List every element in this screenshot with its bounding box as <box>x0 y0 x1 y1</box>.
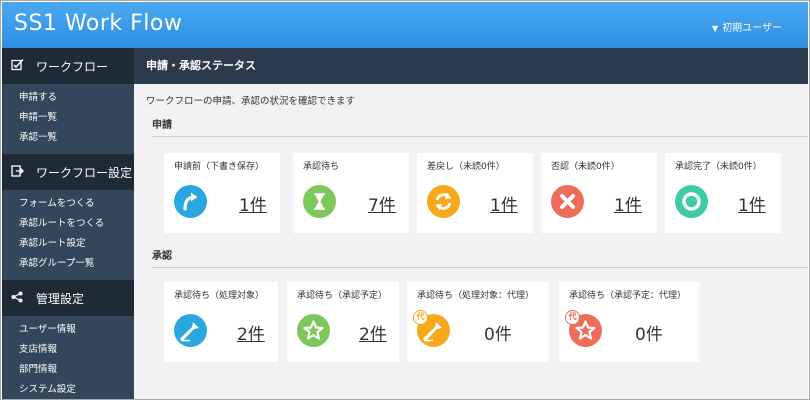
caret-down-icon: ▼ <box>712 24 719 33</box>
card-count-link[interactable]: 1件 <box>614 191 642 216</box>
card-title: 承認待ち <box>303 162 340 172</box>
card-count: 0件 <box>635 325 663 345</box>
card-count: 0件 <box>484 325 512 345</box>
cross-icon <box>551 185 584 218</box>
sidebar-section-label: ワークフロー設定 <box>36 165 133 180</box>
page-description: ワークフローの申請、承認の状況を確認できます <box>146 96 356 107</box>
card-draft[interactable]: 申請前（下書き保存） 1件 <box>164 153 280 233</box>
app-logo[interactable]: SS1 Work Flow <box>14 11 182 36</box>
card-returned[interactable]: 差戻し（未読0件） 1件 <box>417 153 533 233</box>
sidebar-item-department-info[interactable]: 部門情報 <box>2 360 134 380</box>
sidebar-item-approval-groups[interactable]: 承認グループ一覧 <box>2 254 134 274</box>
checkbox-edit-icon <box>10 58 24 74</box>
card-title: 承認完了（未読0件） <box>675 162 762 172</box>
share-icon <box>10 291 24 306</box>
sidebar-item-branch-info[interactable]: 支店情報 <box>2 340 134 360</box>
star-icon: 代 <box>565 310 602 347</box>
section-label-approval: 承認 <box>152 247 808 268</box>
card-title: 否認（未読0件） <box>551 162 620 172</box>
stamp-icon <box>174 314 207 347</box>
card-title: 申請前（下書き保存） <box>174 162 265 172</box>
sidebar: ワークフロー 申請する 申請一覧 承認一覧 ワークフロー設定 フォームをつくる … <box>2 48 134 399</box>
section-label-application: 申請 <box>152 116 808 137</box>
card-title: 承認待ち（承認予定：代理） <box>569 291 687 301</box>
sidebar-section-workflow-settings[interactable]: ワークフロー設定 <box>2 154 134 190</box>
card-title: 承認待ち（処理対象：代理） <box>417 291 535 301</box>
user-menu[interactable]: ▼ 初期ユーザー <box>712 19 782 34</box>
app-frame: SS1 Work Flow ▼ 初期ユーザー ワークフロー 申請する 申請一覧 承… <box>0 0 810 400</box>
sidebar-section-label: ワークフロー <box>36 59 109 74</box>
card-count-link[interactable]: 1件 <box>738 191 766 216</box>
sidebar-section-admin[interactable]: 管理設定 <box>2 280 134 316</box>
sidebar-item-apply[interactable]: 申請する <box>2 88 134 108</box>
card-approval-scheduled-proxy[interactable]: 承認待ち（承認予定：代理） 代 0件 <box>559 282 699 362</box>
ring-icon <box>675 185 708 218</box>
card-count-link[interactable]: 7件 <box>368 191 396 216</box>
sidebar-group-workflow: 申請する 申請一覧 承認一覧 <box>2 84 134 154</box>
sidebar-item-user-info[interactable]: ユーザー情報 <box>2 320 134 340</box>
card-count-link[interactable]: 2件 <box>237 320 265 345</box>
sidebar-section-workflow[interactable]: ワークフロー <box>2 48 134 84</box>
sidebar-item-create-form[interactable]: フォームをつくる <box>2 194 134 214</box>
proxy-badge-icon: 代 <box>565 310 580 325</box>
stamp-icon: 代 <box>413 310 450 347</box>
card-completed[interactable]: 承認完了（未読0件） 1件 <box>665 153 781 233</box>
hourglass-icon <box>303 185 336 218</box>
sidebar-group-admin: ユーザー情報 支店情報 部門情報 システム設定 <box>2 316 134 399</box>
approval-cards: 承認待ち（処理対象） 2件 承認待ち（承認予定） 2件 承認待ち（処理対象：代理… <box>134 282 808 376</box>
curved-arrow-icon <box>174 185 207 218</box>
card-count-link[interactable]: 1件 <box>490 191 518 216</box>
card-approval-scheduled[interactable]: 承認待ち（承認予定） 2件 <box>287 282 399 362</box>
card-approval-target-proxy[interactable]: 承認待ち（処理対象：代理） 代 0件 <box>407 282 549 362</box>
star-icon <box>297 314 330 347</box>
user-name: 初期ユーザー <box>722 23 782 34</box>
sidebar-item-create-route[interactable]: 承認ルートをつくる <box>2 214 134 234</box>
card-count-link[interactable]: 2件 <box>359 320 387 345</box>
form-arrow-icon <box>10 164 24 180</box>
sidebar-item-system-settings[interactable]: システム設定 <box>2 380 134 399</box>
top-header: SS1 Work Flow ▼ 初期ユーザー <box>2 2 808 48</box>
application-cards: 申請前（下書き保存） 1件 承認待ち 7件 差戻し（未読0件） 1件 否認（未読… <box>134 153 808 247</box>
proxy-badge-icon: 代 <box>413 310 428 325</box>
sidebar-group-workflow-settings: フォームをつくる 承認ルートをつくる 承認ルート設定 承認グループ一覧 <box>2 190 134 280</box>
card-rejected[interactable]: 否認（未読0件） 1件 <box>541 153 657 233</box>
sidebar-section-label: 管理設定 <box>36 291 85 306</box>
sidebar-item-route-settings[interactable]: 承認ルート設定 <box>2 234 134 254</box>
main-content: 申請・承認ステータス ワークフローの申請、承認の状況を確認できます 申請 申請前… <box>134 48 808 399</box>
page-title: 申請・承認ステータス <box>134 48 808 84</box>
card-title: 承認待ち（承認予定） <box>297 291 388 301</box>
card-pending[interactable]: 承認待ち 7件 <box>293 153 409 233</box>
card-approval-target[interactable]: 承認待ち（処理対象） 2件 <box>164 282 278 362</box>
card-title: 承認待ち（処理対象） <box>174 291 265 301</box>
sidebar-item-approval-list[interactable]: 承認一覧 <box>2 128 134 148</box>
return-arrows-icon <box>427 185 460 218</box>
sidebar-item-application-list[interactable]: 申請一覧 <box>2 108 134 128</box>
card-title: 差戻し（未読0件） <box>427 162 505 172</box>
card-count-link[interactable]: 1件 <box>239 191 267 216</box>
